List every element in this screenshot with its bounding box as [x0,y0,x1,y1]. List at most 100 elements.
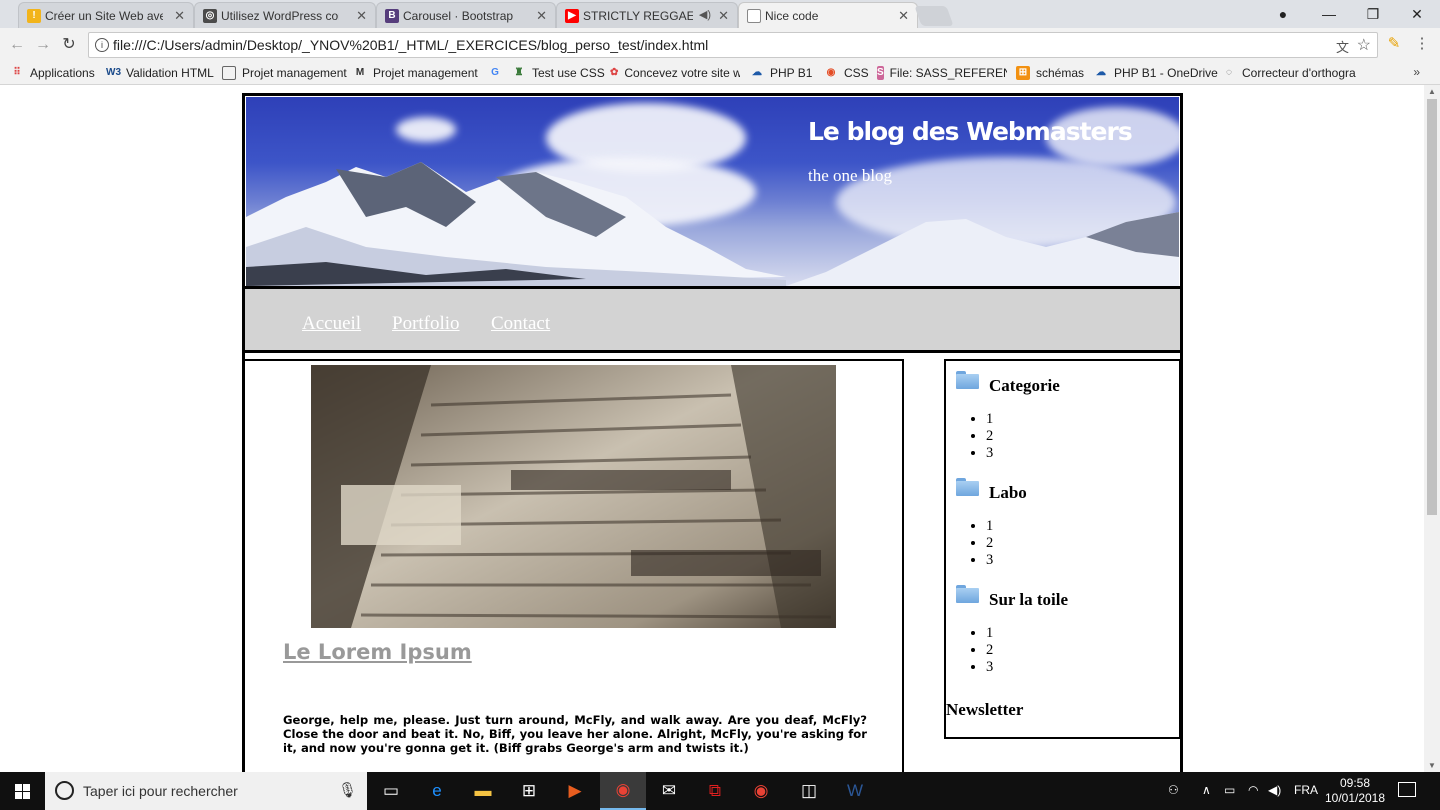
bookmark-projet-management-2[interactable]: M Projet management [353,64,478,82]
chrome-icon[interactable]: ◉ [600,772,646,810]
bookmark-projet-management-1[interactable]: Projet management [222,64,347,82]
clock-date: 10/01/2018 [1324,791,1386,805]
battery-icon[interactable]: ▭ [1224,783,1235,797]
tab-nice-code[interactable]: Nice code ✕ [738,2,918,28]
volume-icon[interactable]: ◀) [1268,783,1281,797]
start-button[interactable] [0,772,45,810]
file-explorer-icon[interactable]: ▬ [460,772,506,810]
tab-wordpress[interactable]: ◎ Utilisez WordPress comm ✕ [194,2,376,28]
media-player-icon[interactable]: ▶ [552,772,598,810]
profile-icon[interactable]: ● [1260,0,1306,28]
post-title-link[interactable]: Le Lorem Ipsum [283,640,472,664]
bookmark-label: Test use CSS [532,66,605,80]
onedrive-icon: ☁ [1096,67,1106,78]
w3c-icon: W3 [106,67,121,78]
bookmark-star-icon[interactable]: ☆ [1357,35,1371,55]
nav-link-contact[interactable]: Contact [491,313,550,335]
main-nav: Accueil Portfolio Contact [245,289,1180,353]
nav-link-portfolio[interactable]: Portfolio [392,313,460,335]
vertical-scrollbar[interactable]: ▲ ▼ [1424,85,1440,772]
extension-icon[interactable]: ✎ [1384,34,1404,54]
scrollbar-thumb[interactable] [1427,99,1437,515]
spell-icon: ◌ [1226,67,1232,78]
more-bookmarks-icon[interactable]: » [1413,65,1420,79]
bookmark-applications[interactable]: ⠿ Applications [10,64,95,82]
cortana-icon [55,781,74,800]
acrobat-icon[interactable]: ⧉ [692,772,738,810]
microphone-icon[interactable]: 🎙 [338,781,357,799]
bookmark-label: Correcteur d'orthogra [1242,66,1356,80]
sass-icon: S [877,66,884,80]
bookmark-concevez[interactable]: ✿ Concevez votre site w [610,64,740,82]
new-tab-button[interactable] [914,6,954,26]
language-indicator[interactable]: FRA [1294,783,1318,797]
bookmark-sass-reference[interactable]: S File: SASS_REFERENCE [877,64,1007,82]
word-icon[interactable]: W [832,772,878,810]
system-clock[interactable]: 09:58 10/01/2018 [1320,776,1390,806]
tab-youtube[interactable]: ▶ STRICTLY REGGAE RO ◀) ✕ [556,2,738,28]
tab-label: Nice code [765,8,819,23]
people-icon[interactable]: ⚇ [1168,783,1179,797]
close-icon[interactable]: ✕ [536,8,547,24]
bookmark-php-b1-onedrive[interactable]: ☁ PHP B1 - OneDrive [1094,64,1218,82]
bookmark-label: schémas [1036,66,1085,80]
edge-icon[interactable]: e [414,772,460,810]
maximize-button[interactable]: ❐ [1350,0,1396,28]
close-icon[interactable]: ✕ [174,8,185,24]
chevron-up-icon[interactable]: ∧ [1202,783,1211,797]
taskbar-search[interactable]: Taper ici pour rechercher 🎙 [45,772,367,810]
windows-logo-icon [15,783,30,799]
speaker-icon[interactable]: ◀) [699,8,711,21]
bookmark-css[interactable]: ◉ CSS [824,64,869,82]
mail-icon[interactable]: ✉ [646,772,692,810]
bookmark-php-b1[interactable]: ☁ PHP B1 [750,64,812,82]
bookmark-correcteur[interactable]: ◌ Correcteur d'orthogra [1222,64,1356,82]
document-icon [747,9,761,23]
folder-icon [956,585,979,603]
tab-label: STRICTLY REGGAE RO [583,8,693,23]
reload-icon[interactable]: ↻ [58,34,80,56]
close-window-button[interactable]: ✕ [1394,0,1440,28]
bookmark-label: Applications [30,66,95,80]
menu-kebab-icon[interactable]: ⋮ [1412,34,1432,54]
list-item: 3 [986,552,1166,569]
main-content: Le Lorem Ipsum George, help me, please. … [245,359,904,772]
chrome-alt-icon[interactable]: ◉ [738,772,784,810]
bookmark-label: PHP B1 - OneDrive [1114,66,1218,80]
bookmark-google[interactable]: G [488,64,508,82]
bookmark-schemas[interactable]: ⊞ schémas [1016,64,1084,82]
translate-icon[interactable]: 文 [1336,37,1349,56]
wifi-icon[interactable]: ◠ [1248,783,1258,797]
sidebar-heading-label: Sur la toile [989,590,1069,609]
minimize-button[interactable]: — [1306,0,1352,28]
scroll-down-icon[interactable]: ▼ [1428,761,1436,770]
tool-icon: ♜ [514,67,524,78]
store-icon[interactable]: ⊞ [506,772,552,810]
close-icon[interactable]: ✕ [718,8,729,24]
apps-grid-icon: ⠿ [13,67,21,78]
url-text[interactable]: file:///C:/Users/admin/Desktop/_YNOV%20B… [113,37,708,53]
nav-link-accueil[interactable]: Accueil [302,313,361,335]
scroll-up-icon[interactable]: ▲ [1428,87,1436,96]
forward-arrow-icon[interactable]: → [32,34,54,56]
editor-icon[interactable]: ◫ [786,772,832,810]
windows-taskbar: Taper ici pour rechercher 🎙 ▭ e ▬ ⊞ ▶ ◉ … [0,772,1440,810]
list-item: 1 [986,625,1166,642]
folder-icon [956,371,979,389]
warning-icon: ! [27,9,41,23]
sidebar-list: 1 2 3 [986,625,1166,676]
schema-icon: ⊞ [1016,66,1030,80]
back-arrow-icon[interactable]: ← [6,34,28,56]
close-icon[interactable]: ✕ [356,8,367,24]
tab-bootstrap[interactable]: B Carousel · Bootstrap ✕ [376,2,556,28]
notification-center-icon[interactable] [1398,782,1416,797]
address-bar[interactable]: i file:///C:/Users/admin/Desktop/_YNOV%2… [88,32,1378,58]
post-body: George, help me, please. Just turn aroun… [283,713,867,755]
info-icon[interactable]: i [95,38,109,52]
task-view-icon[interactable]: ▭ [368,772,414,810]
bookmark-test-use-css[interactable]: ♜ Test use CSS [512,64,605,82]
tab-creer-site[interactable]: ! Créer un Site Web avec W ✕ [18,2,194,28]
blog-container: Le blog des Webmasters the one blog Accu… [242,93,1183,772]
close-icon[interactable]: ✕ [898,8,909,24]
bookmark-validation-html[interactable]: W3 Validation HTML [106,64,214,82]
